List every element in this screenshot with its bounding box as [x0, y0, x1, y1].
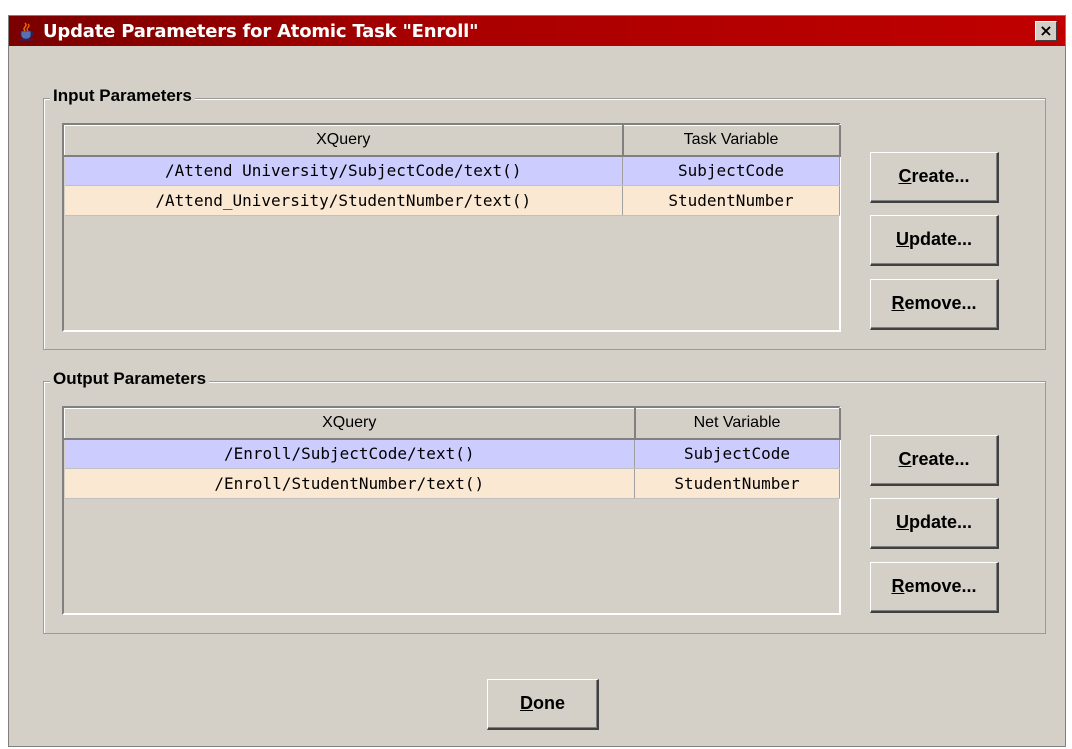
button-label: one	[532, 693, 565, 713]
mnemonic: R	[891, 293, 905, 313]
button-label: emove...	[904, 293, 977, 313]
xquery-cell[interactable]: /Enroll/StudentNumber/text()	[64, 468, 635, 499]
mnemonic: U	[895, 512, 909, 532]
dialog-window: Update Parameters for Atomic Task "Enrol…	[8, 15, 1066, 747]
mnemonic: D	[519, 693, 533, 713]
output-update-button[interactable]: Update...	[870, 498, 999, 549]
xquery-cell[interactable]: /Attend University/SubjectCode/text()	[64, 155, 623, 186]
table-row[interactable]: /Enroll/StudentNumber/text() StudentNumb…	[64, 468, 840, 499]
xquery-cell[interactable]: /Attend_University/StudentNumber/text()	[64, 185, 623, 216]
done-button[interactable]: Done	[487, 679, 599, 730]
input-parameters-table[interactable]: XQuery Task Variable /Attend University/…	[62, 123, 841, 332]
mnemonic: C	[898, 166, 912, 186]
button-label: emove...	[904, 576, 977, 596]
table-header-row: XQuery Net Variable	[64, 408, 841, 440]
button-label: pdate...	[908, 512, 972, 532]
button-label: reate...	[911, 449, 970, 469]
column-header-xquery[interactable]: XQuery	[64, 408, 636, 440]
input-parameters-label: Input Parameters	[50, 86, 195, 106]
xquery-cell[interactable]: /Enroll/SubjectCode/text()	[64, 438, 635, 469]
variable-cell[interactable]: StudentNumber	[634, 468, 840, 499]
output-create-button[interactable]: Create...	[870, 435, 999, 486]
output-parameters-group: Output Parameters XQuery Net Variable /E…	[43, 369, 1046, 634]
button-label: reate...	[911, 166, 970, 186]
close-icon: ×	[1039, 21, 1053, 40]
input-create-button[interactable]: Create...	[870, 152, 999, 203]
table-header-row: XQuery Task Variable	[64, 125, 841, 157]
button-label: pdate...	[908, 229, 972, 249]
column-header-xquery[interactable]: XQuery	[64, 125, 624, 157]
title-bar[interactable]: Update Parameters for Atomic Task "Enrol…	[9, 16, 1065, 46]
output-parameters-label: Output Parameters	[50, 369, 210, 389]
variable-cell[interactable]: SubjectCode	[634, 438, 840, 469]
window-title: Update Parameters for Atomic Task "Enrol…	[43, 21, 479, 42]
input-parameters-group: Input Parameters XQuery Task Variable /A…	[43, 86, 1046, 350]
java-cup-icon	[19, 22, 34, 41]
input-remove-button[interactable]: Remove...	[870, 279, 999, 330]
column-header-task-variable[interactable]: Task Variable	[622, 125, 841, 157]
variable-cell[interactable]: StudentNumber	[622, 185, 840, 216]
output-table-grid: XQuery Net Variable /Enroll/SubjectCode/…	[64, 408, 841, 499]
input-table-grid: XQuery Task Variable /Attend University/…	[64, 125, 841, 216]
input-update-button[interactable]: Update...	[870, 215, 999, 266]
close-button[interactable]: ×	[1035, 21, 1057, 41]
variable-cell[interactable]: SubjectCode	[622, 155, 840, 186]
mnemonic: R	[891, 576, 905, 596]
table-row[interactable]: /Attend_University/StudentNumber/text() …	[64, 185, 840, 216]
table-row[interactable]: /Attend University/SubjectCode/text() Su…	[64, 155, 840, 186]
output-remove-button[interactable]: Remove...	[870, 562, 999, 613]
mnemonic: U	[895, 229, 909, 249]
mnemonic: C	[898, 449, 912, 469]
column-header-net-variable[interactable]: Net Variable	[634, 408, 841, 440]
output-parameters-table[interactable]: XQuery Net Variable /Enroll/SubjectCode/…	[62, 406, 841, 615]
table-row[interactable]: /Enroll/SubjectCode/text() SubjectCode	[64, 438, 840, 469]
